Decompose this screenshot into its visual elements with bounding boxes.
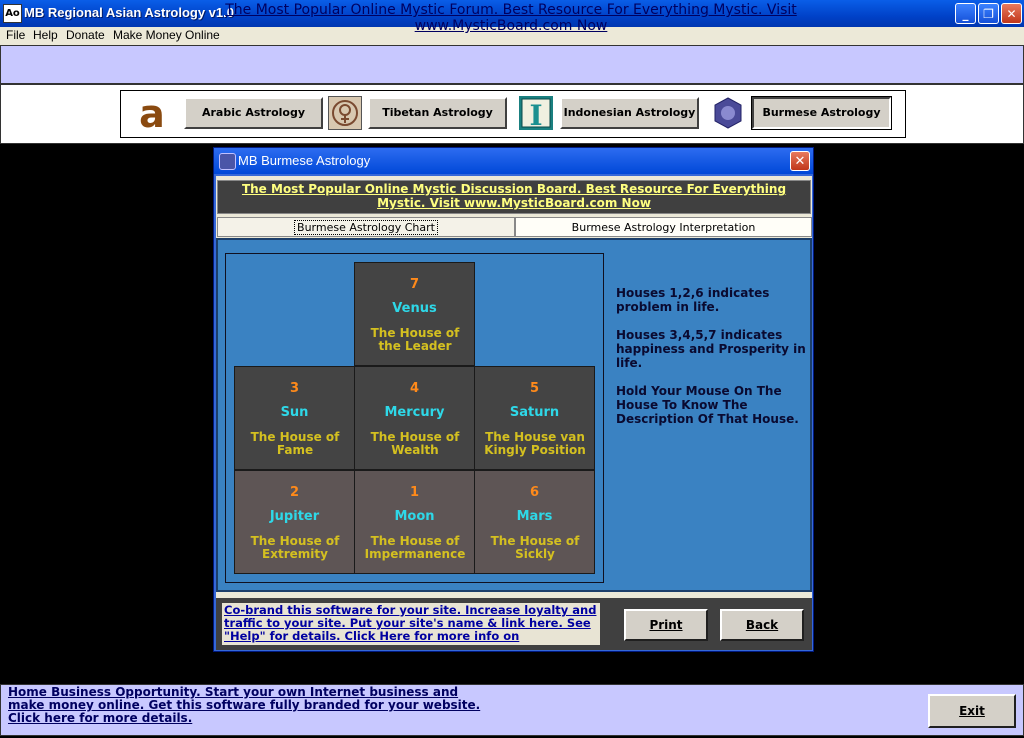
- info-hover-hint: Hold Your Mouse On The House To Know The…: [616, 384, 799, 426]
- indonesian-astrology-button[interactable]: Indonesian Astrology: [560, 97, 699, 129]
- house-number: 7: [409, 277, 420, 292]
- house-6-cell[interactable]: 6 Mars The House of Sickly: [474, 470, 595, 574]
- house-1-cell[interactable]: 1 Moon The House of Impermanence: [354, 470, 475, 574]
- back-label: Back: [745, 618, 779, 632]
- house-description: The House of Impermanence: [364, 534, 466, 561]
- house-number: 3: [289, 381, 300, 396]
- print-label: Print: [649, 618, 683, 632]
- planet-name: Mercury: [384, 405, 445, 420]
- info-happy-houses: Houses 3,4,5,7 indicates happiness and P…: [616, 328, 806, 370]
- planet-name: Moon: [394, 509, 435, 524]
- house-5-cell[interactable]: 5 Saturn The House van Kingly Position: [474, 366, 595, 470]
- house-description: The House of Sickly: [490, 534, 580, 561]
- house-description: The House of the Leader: [370, 326, 460, 353]
- tab-chart-label: Burmese Astrology Chart: [294, 219, 438, 235]
- top-banner: [0, 45, 1024, 84]
- app-icon: Ao: [3, 4, 22, 23]
- planet-name: Mars: [516, 509, 553, 524]
- exit-label: Exit: [959, 704, 985, 718]
- footer-link[interactable]: Home Business Opportunity. Start your ow…: [8, 686, 488, 725]
- house-description: The House of Wealth: [370, 430, 460, 457]
- house-2-cell[interactable]: 2 Jupiter The House of Extremity: [234, 470, 355, 574]
- print-button[interactable]: Print: [624, 609, 708, 641]
- burmese-astrology-button[interactable]: Burmese Astrology: [751, 96, 892, 130]
- restore-button[interactable]: ❐: [978, 3, 999, 24]
- house-description: The House of Extremity: [250, 534, 340, 561]
- back-button[interactable]: Back: [720, 609, 804, 641]
- house-number: 1: [409, 485, 420, 500]
- top-banner-link[interactable]: The Most Popular Online Mystic Forum. Be…: [150, 2, 872, 34]
- dialog-icon: [219, 153, 236, 170]
- dialog-close-button[interactable]: ✕: [790, 151, 810, 171]
- cobrand-link[interactable]: Co-brand this software for your site. In…: [224, 604, 604, 643]
- house-number: 6: [529, 485, 540, 500]
- house-3-cell[interactable]: 3 Sun The House of Fame: [234, 366, 355, 470]
- dialog-title: MB Burmese Astrology: [238, 153, 371, 168]
- menu-donate[interactable]: Donate: [66, 28, 105, 42]
- burmese-emblem-icon[interactable]: [711, 96, 745, 130]
- house-description: The House of Fame: [250, 430, 340, 457]
- tibetan-astrology-button[interactable]: Tibetan Astrology: [368, 97, 507, 129]
- arabic-a-icon[interactable]: a: [135, 96, 169, 130]
- svg-text:a: a: [139, 96, 165, 130]
- arabic-astrology-button[interactable]: Arabic Astrology: [184, 97, 323, 129]
- info-problem-houses: Houses 1,2,6 indicates problem in life.: [616, 286, 770, 314]
- tibetan-symbol-icon[interactable]: [328, 96, 362, 130]
- planet-name: Jupiter: [269, 509, 320, 524]
- house-description: The House van Kingly Position: [484, 430, 586, 457]
- planet-name: Saturn: [509, 405, 560, 420]
- house-number: 4: [409, 381, 420, 396]
- close-button[interactable]: ✕: [1001, 3, 1022, 24]
- planet-name: Venus: [392, 301, 437, 316]
- house-number: 5: [529, 381, 540, 396]
- menu-file[interactable]: File: [6, 28, 25, 42]
- house-4-cell[interactable]: 4 Mercury The House of Wealth: [354, 366, 475, 470]
- house-number: 2: [289, 485, 300, 500]
- planet-name: Sun: [280, 405, 309, 420]
- tab-interpretation[interactable]: Burmese Astrology Interpretation: [515, 217, 812, 237]
- house-7-cell[interactable]: 7 Venus The House of the Leader: [354, 262, 475, 366]
- svg-text:I: I: [529, 99, 542, 130]
- dialog-banner-link[interactable]: The Most Popular Online Mystic Discussio…: [220, 182, 808, 210]
- minimize-button[interactable]: _: [955, 3, 976, 24]
- indonesian-i-icon[interactable]: I: [519, 96, 553, 130]
- tab-chart[interactable]: Burmese Astrology Chart: [217, 217, 515, 237]
- menu-help[interactable]: Help: [33, 28, 58, 42]
- exit-button[interactable]: Exit: [928, 694, 1016, 728]
